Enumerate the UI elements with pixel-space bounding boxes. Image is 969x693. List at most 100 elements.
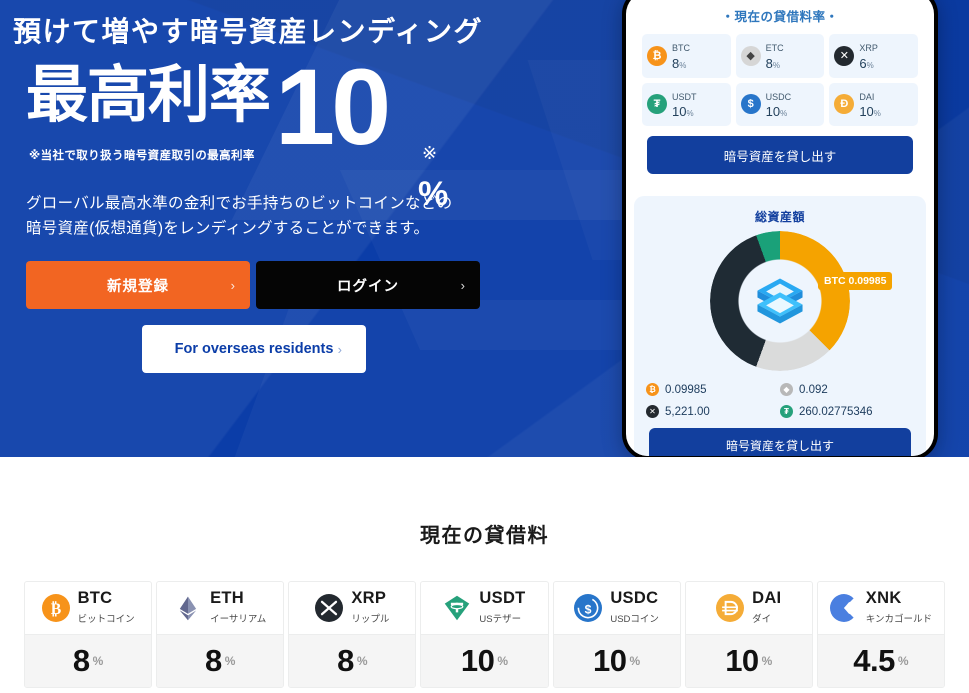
chevron-right-icon: › bbox=[460, 277, 466, 293]
hero-rate-percent: % bbox=[418, 175, 449, 213]
rate-card-value-area: 8% bbox=[25, 634, 152, 687]
phone-rate-item: ✕ XRP 6% bbox=[829, 34, 918, 78]
rate-card-jp-name: ダイ bbox=[752, 613, 772, 625]
donut-tooltip: BTC 0.09985 bbox=[818, 272, 893, 291]
phone-rate-symbol: XRP bbox=[859, 43, 878, 53]
rate-card-header: DAI ダイ bbox=[686, 582, 812, 634]
usdt-icon bbox=[443, 594, 471, 622]
rate-card-value: 10 bbox=[593, 643, 627, 678]
landing-page: 預けて増やす暗号資産レンディング 最高利率 ※当社で取り扱う暗号資産取引の最高利… bbox=[0, 0, 969, 693]
phone-bottom-button-label: 暗号資産を貸し出す bbox=[725, 438, 834, 453]
rate-card-jp-name: イーサリアム bbox=[210, 613, 267, 625]
phone-rate-symbol: USDC bbox=[765, 91, 792, 102]
legend-coin-icon: ✕ bbox=[646, 405, 659, 419]
rate-card-symbol: DAI bbox=[752, 589, 782, 608]
rate-card-header: USDT USテザー bbox=[421, 582, 547, 634]
phone-rate-item: ◆ ETC 8% bbox=[735, 34, 825, 78]
login-button-label: ログイン bbox=[337, 278, 399, 295]
rate-card: DAI ダイ 10% bbox=[684, 581, 813, 688]
usdt-icon: ₮ bbox=[647, 94, 667, 115]
xrp-icon: ✕ bbox=[834, 45, 855, 66]
signup-button[interactable]: 新規登録 › bbox=[26, 261, 250, 310]
phone-rate-text: XRP 6% bbox=[859, 39, 878, 73]
phone-rate-symbol: DAI bbox=[859, 91, 875, 102]
rate-card-jp-name: USテザー bbox=[479, 613, 522, 625]
current-rates-section: 現在の貸借料 ₿ BTC ビットコイン 8% ETH イーサリアム 8% XRP リップル 8% U… bbox=[0, 457, 969, 693]
phone-rate-value: 8% bbox=[765, 55, 781, 71]
xnk-icon bbox=[829, 594, 858, 622]
legend-coin-icon: ₮ bbox=[780, 405, 793, 419]
svg-text:$: $ bbox=[585, 602, 592, 616]
phone-legend-item: ₮ 260.02775346 bbox=[780, 405, 914, 419]
rate-card-value-area: 8% bbox=[157, 634, 284, 687]
rate-card-value: 10 bbox=[725, 643, 759, 678]
phone-rate-value: 8% bbox=[672, 55, 687, 71]
hero-description-line1: グローバル最高水準の金利でお手持ちのビットコインなどの bbox=[26, 195, 453, 212]
hero-rate-label: 最高利率 bbox=[26, 61, 271, 130]
rate-card-symbol: USDT bbox=[479, 589, 526, 608]
rate-card-header: ETH イーサリアム bbox=[157, 582, 283, 634]
rate-card-header: $ USDC USDコイン bbox=[554, 582, 680, 634]
rate-card: USDT USテザー 10% bbox=[420, 581, 549, 688]
phone-rate-unit: % bbox=[780, 109, 788, 119]
phone-rate-heading: ・現在の貸借料率・ bbox=[721, 10, 839, 24]
phone-rate-value: 10% bbox=[765, 104, 788, 120]
phone-rate-value: 10% bbox=[672, 104, 694, 120]
usdc-icon: $ bbox=[574, 594, 603, 622]
phone-asset-title: 総資産額 bbox=[754, 210, 805, 225]
phone-rate-unit: % bbox=[686, 109, 694, 119]
legend-coin-icon: ₿ bbox=[646, 383, 659, 397]
rate-card-unit: % bbox=[761, 654, 773, 668]
rate-card-names: XNK キンカゴールド bbox=[866, 589, 932, 627]
rate-card-value-area: 10% bbox=[553, 634, 680, 687]
chevron-right-icon: › bbox=[337, 341, 342, 357]
rate-card-jp-name: リップル bbox=[351, 613, 390, 625]
legend-value: 0.09985 bbox=[665, 383, 707, 396]
rate-card-unit: % bbox=[356, 654, 368, 668]
btc-icon: ₿ bbox=[647, 45, 667, 66]
phone-rate-text: ETC 8% bbox=[766, 39, 784, 73]
phone-screen: ・現在の貸借料率・ ₿ BTC 8% ◆ ETC 8% ✕ XRP 6% ₮ USDT 10% $ USD… bbox=[626, 0, 934, 456]
phone-lend-button[interactable]: 暗号資産を貸し出す bbox=[647, 136, 913, 175]
phone-bottom-button[interactable]: 暗号資産を貸し出す bbox=[649, 428, 911, 456]
phone-asset-legend: ₿ 0.09985 ◆ 0.092 ✕ 5,221.00 ₮ 260.02775346 bbox=[644, 383, 916, 419]
phone-rate-item: ₮ USDT 10% bbox=[642, 82, 731, 127]
rate-card-header: XNK キンカゴールド bbox=[818, 582, 944, 634]
rate-card-unit: % bbox=[497, 654, 509, 668]
phone-rate-value: 6% bbox=[859, 55, 874, 71]
phone-rate-item: ₿ BTC 8% bbox=[642, 34, 731, 78]
rate-card: ETH イーサリアム 8% bbox=[156, 581, 285, 688]
rate-card-unit: % bbox=[629, 654, 641, 668]
phone-rate-grid: ₿ BTC 8% ◆ ETC 8% ✕ XRP 6% ₮ USDT 10% $ USDC 10% Ð DAI 10… bbox=[642, 34, 918, 127]
rate-card-value-area: 8% bbox=[289, 634, 416, 687]
svg-text:₿: ₿ bbox=[50, 600, 61, 618]
hero-rate-asterisk: ※ bbox=[422, 143, 438, 163]
phone-lend-button-label: 暗号資産を貸し出す bbox=[723, 149, 837, 164]
brand-logo-icon bbox=[757, 278, 803, 324]
phone-rate-text: DAI 10% bbox=[859, 88, 881, 122]
legend-value: 260.02775346 bbox=[799, 405, 873, 418]
overseas-residents-button[interactable]: For overseas residents › bbox=[142, 325, 366, 374]
dai-icon bbox=[716, 594, 745, 622]
rate-card-value: 10 bbox=[460, 643, 495, 678]
rate-card-names: XRP リップル bbox=[351, 589, 389, 627]
rate-card-unit: % bbox=[897, 654, 909, 668]
hero-section: 預けて増やす暗号資産レンディング 最高利率 ※当社で取り扱う暗号資産取引の最高利… bbox=[0, 0, 969, 457]
rate-card-header: ₿ BTC ビットコイン bbox=[25, 582, 151, 634]
phone-asset-card: 総資産額 BTC 0.09985 ₿ 0.09985 ◆ 0.092 ✕ 5,2… bbox=[634, 196, 926, 456]
rate-card-jp-name: ビットコイン bbox=[77, 613, 135, 625]
rate-card-unit: % bbox=[92, 654, 104, 668]
phone-legend-item: ₿ 0.09985 bbox=[646, 383, 780, 397]
legend-coin-icon: ◆ bbox=[780, 383, 793, 397]
eth-icon bbox=[174, 594, 202, 622]
rate-card-value: 8 bbox=[72, 643, 90, 678]
rate-card-value: 8 bbox=[337, 643, 354, 678]
hero-rate-footnote: ※当社で取り扱う暗号資産取引の最高利率 bbox=[29, 150, 255, 162]
login-button[interactable]: ログイン › bbox=[256, 261, 480, 310]
rate-card-symbol: XRP bbox=[351, 589, 387, 608]
rate-card: XRP リップル 8% bbox=[288, 581, 417, 688]
rate-card-value-area: 10% bbox=[421, 634, 548, 687]
overseas-residents-label: For overseas residents bbox=[174, 341, 334, 358]
phone-rate-unit: % bbox=[873, 109, 881, 119]
rate-card-symbol: XNK bbox=[865, 589, 902, 608]
